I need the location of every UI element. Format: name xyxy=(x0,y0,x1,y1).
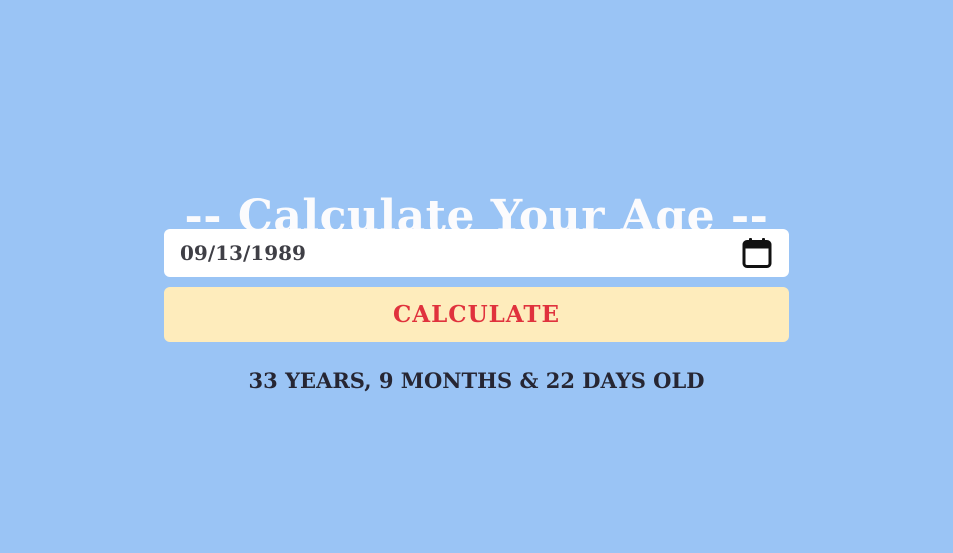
calendar-icon[interactable] xyxy=(741,237,773,269)
age-result: 33 YEARS, 9 MONTHS & 22 DAYS OLD xyxy=(248,368,705,393)
birthdate-value[interactable]: 09/13/1989 xyxy=(180,229,306,277)
calculate-button[interactable]: CALCULATE xyxy=(164,287,789,342)
birthdate-input[interactable]: 09/13/1989 xyxy=(164,229,789,277)
